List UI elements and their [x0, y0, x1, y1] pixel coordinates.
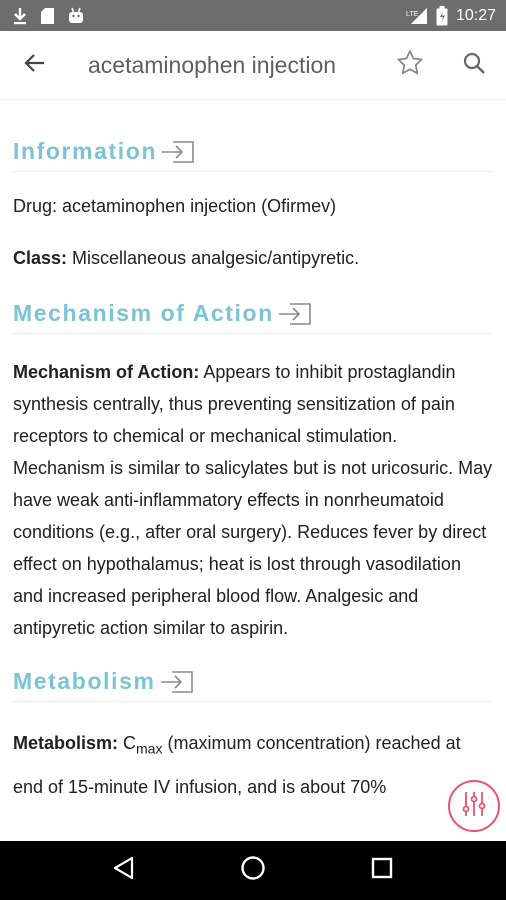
- sd-card-icon: [40, 7, 55, 25]
- adjust-settings-fab[interactable]: [448, 780, 500, 832]
- metabolism-c-sub: max: [136, 740, 163, 757]
- nav-back-icon: [113, 856, 135, 885]
- app-bar: acetaminophen injection: [0, 31, 506, 99]
- section-link-icon[interactable]: [160, 670, 194, 694]
- section-title: Mechanism of Action: [13, 300, 274, 326]
- back-arrow-icon: [23, 51, 47, 80]
- back-button[interactable]: [0, 31, 70, 99]
- class-line: Class: Miscellaneous analgesic/antipyret…: [13, 242, 493, 274]
- nav-home-icon: [240, 855, 266, 886]
- metabolism-c: C: [118, 733, 137, 753]
- section-header-mechanism[interactable]: Mechanism of Action: [13, 300, 493, 334]
- status-time: 10:27: [455, 6, 496, 24]
- drug-line: Drug: acetaminophen injection (Ofirmev): [13, 196, 337, 216]
- section-link-icon[interactable]: [161, 140, 195, 164]
- mechanism-text: Appears to inhibit prostaglandin synthes…: [13, 362, 493, 638]
- metabolism-label: Metabolism:: [13, 733, 119, 753]
- system-nav-bar: [0, 841, 506, 900]
- mechanism-paragraph: Mechanism of Action: Appears to inhibit …: [13, 356, 493, 644]
- section-title: Information: [13, 138, 158, 164]
- favorite-button[interactable]: [378, 31, 442, 99]
- lte-signal-icon: LTE: [406, 7, 428, 25]
- equalizer-sliders-icon: [459, 789, 489, 824]
- nav-back-button[interactable]: [94, 841, 154, 900]
- class-label: Class:: [13, 248, 68, 268]
- page-title: acetaminophen injection: [88, 51, 337, 78]
- metabolism-paragraph: Metabolism: Cmax (maximum concentration)…: [13, 724, 493, 806]
- status-bar: LTE 10:27: [0, 0, 506, 31]
- status-right: LTE 10:27: [406, 5, 496, 26]
- monograph-content[interactable]: Information Drug: acetaminophen injectio…: [0, 99, 506, 841]
- star-outline-icon: [395, 48, 425, 83]
- nav-recents-button[interactable]: [352, 841, 412, 900]
- lte-label: LTE: [406, 11, 419, 18]
- section-link-icon[interactable]: [278, 302, 312, 326]
- search-button[interactable]: [442, 31, 506, 99]
- section-title: Metabolism: [13, 668, 156, 694]
- nav-recents-icon: [371, 857, 393, 884]
- download-icon: [12, 7, 28, 25]
- battery-icon: [436, 5, 448, 26]
- status-left: [12, 7, 85, 25]
- mechanism-label: Mechanism of Action:: [13, 362, 200, 382]
- section-header-metabolism[interactable]: Metabolism: [13, 668, 493, 702]
- section-header-information[interactable]: Information: [13, 138, 493, 172]
- class-value: Miscellaneous analgesic/antipyretic.: [67, 248, 360, 268]
- nav-home-button[interactable]: [223, 841, 283, 900]
- search-icon: [462, 51, 486, 80]
- android-icon: [67, 7, 85, 25]
